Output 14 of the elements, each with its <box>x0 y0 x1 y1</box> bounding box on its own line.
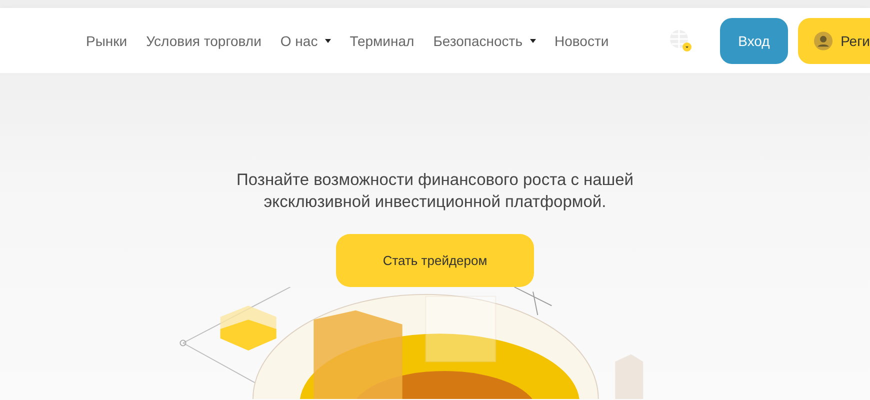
nav-link[interactable]: Терминал <box>350 32 414 48</box>
register-button[interactable]: Реги <box>798 18 870 64</box>
caret-icon <box>324 38 331 42</box>
caret-icon <box>530 38 536 42</box>
cta-button[interactable]: Стать трейдером <box>336 234 534 287</box>
user-icon <box>814 30 833 50</box>
hero-text: Познайте возможности финансового роста с нашей эксклюзивной инвестиционной платформой. <box>236 170 634 213</box>
nav-link[interactable]: О нас <box>280 32 331 48</box>
nav-link[interactable]: Условия торговли <box>146 32 262 48</box>
nav-link[interactable]: Безопасность <box>433 32 536 48</box>
globe-icon[interactable] <box>668 28 694 54</box>
nav-link[interactable]: Новости <box>554 32 609 48</box>
login-button[interactable]: Вход <box>720 18 788 64</box>
nav-link[interactable]: Рынки <box>86 32 128 48</box>
